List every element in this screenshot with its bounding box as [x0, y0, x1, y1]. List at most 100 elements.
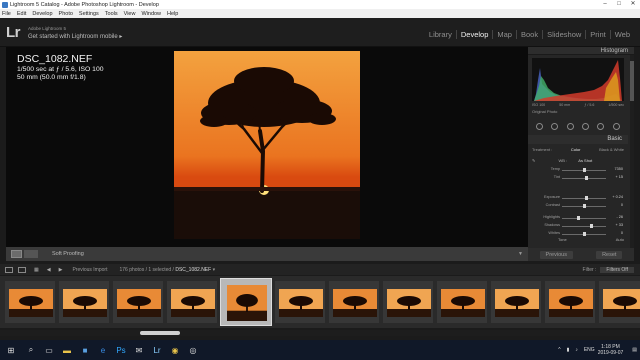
- right-panel-scrollbar[interactable]: [630, 55, 634, 261]
- filmstrip-thumb[interactable]: [58, 280, 110, 324]
- wb-select[interactable]: As Shot: [578, 158, 592, 163]
- filmstrip-thumb[interactable]: [436, 280, 488, 324]
- store-icon[interactable]: ■: [79, 344, 91, 356]
- filmstrip-thumb[interactable]: [544, 280, 596, 324]
- volume-icon[interactable]: ♪: [575, 347, 578, 353]
- slider-track[interactable]: [562, 218, 606, 219]
- radial-filter-icon[interactable]: [597, 122, 605, 130]
- basic-panel-header[interactable]: Basic: [528, 135, 628, 144]
- filter-select[interactable]: Filters Off: [600, 266, 634, 273]
- menu-photo[interactable]: Photo: [59, 11, 73, 17]
- spot-removal-icon[interactable]: [551, 122, 559, 130]
- forward-arrow-icon[interactable]: ▶: [59, 267, 63, 273]
- slider-temp[interactable]: Temp 7350: [532, 167, 624, 173]
- menu-settings[interactable]: Settings: [79, 11, 99, 17]
- crop-tool-icon[interactable]: [536, 122, 544, 130]
- maximize-icon[interactable]: □: [612, 0, 626, 9]
- module-print[interactable]: Print: [586, 30, 611, 39]
- edge-icon[interactable]: e: [97, 344, 109, 356]
- task-view-icon[interactable]: ▭: [43, 344, 55, 356]
- histogram-header[interactable]: Histogram: [528, 47, 634, 55]
- slider-knob[interactable]: [584, 176, 588, 180]
- filmstrip-thumb[interactable]: [4, 280, 56, 324]
- right-panel-scroll-thumb[interactable]: [630, 61, 634, 101]
- slider-track[interactable]: [562, 226, 606, 227]
- red-eye-icon[interactable]: [566, 122, 574, 130]
- module-slideshow[interactable]: Slideshow: [543, 30, 587, 39]
- toolbar-menu-icon[interactable]: ▼: [518, 251, 523, 257]
- filmstrip-scrollbar[interactable]: [0, 330, 640, 336]
- notifications-icon[interactable]: ▤: [632, 347, 637, 353]
- filmstrip-thumb[interactable]: [328, 280, 380, 324]
- menu-develop[interactable]: Develop: [32, 11, 52, 17]
- filmstrip-thumb-selected[interactable]: [220, 278, 272, 326]
- adjustment-brush-icon[interactable]: [612, 122, 620, 130]
- wb-eyedropper-icon[interactable]: ✎: [532, 158, 535, 163]
- slider-highlights[interactable]: Highlights - 26: [532, 215, 624, 221]
- filmstrip-thumb[interactable]: [490, 280, 542, 324]
- slider-knob[interactable]: [582, 232, 586, 236]
- reset-button[interactable]: Reset: [596, 250, 623, 259]
- slider-value[interactable]: + 33: [616, 223, 624, 227]
- menu-window[interactable]: Window: [141, 11, 161, 17]
- menu-help[interactable]: Help: [167, 11, 178, 17]
- graduated-filter-icon[interactable]: [582, 122, 590, 130]
- slider-knob[interactable]: [584, 196, 588, 200]
- back-arrow-icon[interactable]: ◀: [47, 267, 51, 273]
- filmstrip-thumb[interactable]: [112, 280, 164, 324]
- network-icon[interactable]: ▮: [567, 347, 570, 353]
- original-photo-checkbox[interactable]: Original Photo: [532, 109, 557, 114]
- loupe-view-button[interactable]: [11, 250, 22, 258]
- photoshop-icon[interactable]: Ps: [115, 344, 127, 356]
- menu-file[interactable]: File: [2, 11, 11, 17]
- module-develop[interactable]: Develop: [457, 30, 494, 39]
- close-icon[interactable]: ✕: [626, 0, 640, 9]
- slider-contrast[interactable]: Contrast 0: [532, 203, 624, 209]
- filmstrip-thumb[interactable]: [166, 280, 218, 324]
- search-icon[interactable]: ⌕: [25, 344, 37, 356]
- treatment-bw[interactable]: Black & White: [599, 147, 624, 152]
- previous-button[interactable]: Previous: [539, 250, 573, 259]
- slider-value[interactable]: 7350: [615, 167, 623, 171]
- module-web[interactable]: Web: [611, 30, 634, 39]
- slider-value[interactable]: + 0.24: [612, 195, 623, 199]
- slider-value[interactable]: 0: [621, 231, 623, 235]
- slider-knob[interactable]: [582, 204, 586, 208]
- slider-knob[interactable]: [582, 168, 586, 172]
- slider-knob[interactable]: [577, 216, 581, 220]
- previous-import-label[interactable]: Previous Import: [72, 267, 107, 273]
- filmstrip-thumb[interactable]: [382, 280, 434, 324]
- module-book[interactable]: Book: [517, 30, 544, 39]
- main-photo[interactable]: [174, 51, 360, 239]
- mail-icon[interactable]: ✉: [133, 344, 145, 356]
- clock[interactable]: 1:18 PM 2019-09-07: [598, 344, 624, 356]
- slider-value[interactable]: - 26: [616, 215, 623, 219]
- filmstrip-thumb[interactable]: [274, 280, 326, 324]
- slider-knob[interactable]: [589, 224, 593, 228]
- tray-chevron-icon[interactable]: ^: [558, 347, 560, 353]
- soft-proofing-toggle[interactable]: Soft Proofing: [52, 251, 84, 257]
- menu-tools[interactable]: Tools: [105, 11, 118, 17]
- lightroom-mobile-link[interactable]: Get started with Lightroom mobile ▸: [28, 33, 122, 40]
- treatment-color[interactable]: Color: [571, 147, 581, 152]
- grid-icon[interactable]: ▦: [34, 267, 39, 273]
- slider-tint[interactable]: Tint + 15: [532, 175, 624, 181]
- language-indicator[interactable]: ENG: [584, 347, 595, 353]
- module-map[interactable]: Map: [493, 30, 517, 39]
- media-icon[interactable]: ◎: [187, 344, 199, 356]
- minimize-icon[interactable]: –: [598, 0, 612, 9]
- slider-value[interactable]: + 15: [616, 175, 624, 179]
- nav-2-icon[interactable]: [18, 266, 26, 273]
- file-explorer-icon[interactable]: ▬: [61, 344, 73, 356]
- menu-edit[interactable]: Edit: [17, 11, 26, 17]
- menu-view[interactable]: View: [124, 11, 136, 17]
- slider-exposure[interactable]: Exposure + 0.24: [532, 195, 624, 201]
- slider-value[interactable]: 0: [621, 203, 623, 207]
- nav-1-icon[interactable]: [5, 266, 13, 273]
- start-button-icon[interactable]: ⊞: [5, 344, 17, 356]
- lightroom-taskbar-icon[interactable]: Lr: [151, 344, 163, 356]
- chrome-icon[interactable]: ◉: [169, 344, 181, 356]
- filmstrip-thumb[interactable]: [598, 280, 640, 324]
- filmstrip-scroll-thumb[interactable]: [140, 331, 180, 335]
- before-after-button[interactable]: [24, 250, 38, 258]
